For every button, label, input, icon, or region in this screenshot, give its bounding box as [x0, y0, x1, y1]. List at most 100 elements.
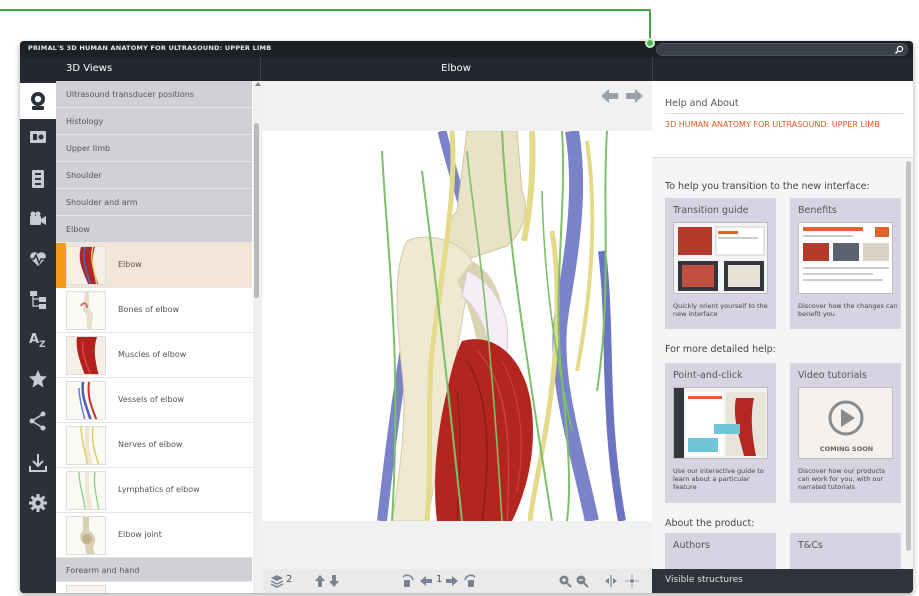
viewer-title: Elbow: [441, 63, 471, 74]
section-about-product: About the product:: [665, 518, 755, 529]
category-shoulder-and-arm[interactable]: Shoulder and arm: [56, 189, 252, 216]
card-title: T&Cs: [798, 540, 823, 551]
card-title: Benefits: [798, 205, 837, 216]
rail-heartbeat[interactable]: [20, 241, 56, 277]
list-scrollbar-thumb[interactable]: [254, 123, 259, 298]
card-authors[interactable]: Authors: [665, 533, 776, 569]
category-forearm-and-hand[interactable]: Forearm and hand: [56, 558, 252, 582]
category-histology[interactable]: Histology: [56, 108, 252, 135]
app-title: PRIMAL'S 3D HUMAN ANATOMY FOR ULTRASOUND…: [28, 44, 272, 52]
card-video-tutorials[interactable]: Video tutorials COMING SOON Discover how…: [790, 363, 901, 503]
category-upper-limb[interactable]: Upper limb: [56, 135, 252, 162]
zoom-out-icon[interactable]: [575, 573, 589, 589]
callout-dot: [645, 38, 655, 48]
search-icon[interactable]: [894, 45, 904, 55]
list-item-label: Vessels of elbow: [118, 395, 184, 404]
category-elbow[interactable]: Elbow: [56, 216, 252, 243]
svg-text:A: A: [29, 332, 39, 347]
callout-line: [0, 9, 651, 11]
pan-icon[interactable]: [624, 573, 640, 589]
3d-views-icon: [31, 92, 45, 110]
quiz-icon: [32, 170, 44, 188]
thumbnail-elbow-joint: [66, 516, 106, 555]
list-item-label: Lymphatics of elbow: [118, 485, 200, 494]
rail-quiz[interactable]: [20, 161, 56, 197]
zoom-in-icon[interactable]: [558, 573, 572, 589]
rail-settings[interactable]: [20, 485, 56, 521]
rotate-left-icon[interactable]: [400, 573, 416, 589]
3d-viewer: 2 1: [262, 81, 652, 593]
help-scrollbar[interactable]: [906, 161, 911, 551]
card-transition-guide[interactable]: Transition guide Quickly orient yourself…: [665, 198, 776, 329]
list-item-elbow-joint[interactable]: Elbow joint: [56, 513, 252, 558]
help-header: Help and About 3D HUMAN ANATOMY FOR ULTR…: [652, 81, 913, 158]
card-description: Discover how our products can work for y…: [798, 467, 886, 491]
transition-guide-preview: [673, 222, 768, 294]
card-description: Use our interactive guide to learn about…: [673, 467, 764, 491]
thumbnail-nerves: [66, 426, 106, 465]
layer-down-icon[interactable]: [328, 573, 340, 589]
section-transition: To help you transition to the new interf…: [665, 181, 870, 192]
header-divider: [652, 57, 653, 81]
category-ultrasound-transducer-positions[interactable]: Ultrasound transducer positions: [56, 81, 252, 108]
previous-view-icon[interactable]: [419, 573, 433, 589]
card-title: Video tutorials: [798, 370, 867, 381]
list-item-partial[interactable]: [56, 582, 252, 593]
list-item-elbow[interactable]: Elbow: [56, 243, 252, 288]
svg-text:Z: Z: [39, 340, 46, 350]
screenshot-stage: PRIMAL'S 3D HUMAN ANATOMY FOR ULTRASOUND…: [0, 0, 919, 596]
point-and-click-preview: [673, 387, 768, 459]
layers-count: 2: [286, 574, 293, 585]
list-item-label: Elbow: [118, 260, 142, 269]
thumbnail-bones: [66, 291, 106, 330]
product-title: 3D HUMAN ANATOMY FOR ULTRASOUND: UPPER L…: [665, 120, 880, 129]
rotate-right-icon[interactable]: [462, 573, 478, 589]
selected-marker: [56, 243, 66, 288]
help-panel: Help and About 3D HUMAN ANATOMY FOR ULTR…: [652, 81, 913, 593]
3d-model-canvas[interactable]: [262, 129, 652, 523]
card-terms-and-conditions[interactable]: T&Cs: [790, 533, 901, 569]
rail-favorites[interactable]: [20, 361, 56, 397]
layers-icon[interactable]: [270, 573, 284, 589]
help-divider: [665, 113, 905, 114]
layer-up-icon[interactable]: [314, 573, 326, 589]
rail-share[interactable]: [20, 403, 56, 439]
rail-3d-views[interactable]: [20, 83, 56, 119]
list-item-vessels-of-elbow[interactable]: Vessels of elbow: [56, 378, 252, 423]
list-item-lymphatics-of-elbow[interactable]: Lymphatics of elbow: [56, 468, 252, 513]
search-box[interactable]: [656, 43, 908, 56]
next-view-icon[interactable]: [445, 573, 459, 589]
back-arrow-icon[interactable]: [601, 89, 618, 103]
category-shoulder[interactable]: Shoulder: [56, 162, 252, 189]
forward-arrow-icon[interactable]: [626, 89, 643, 103]
visible-structures-bar[interactable]: Visible structures: [652, 569, 913, 593]
search-input[interactable]: [665, 45, 885, 55]
list-item-label: Bones of elbow: [118, 305, 179, 314]
rail-video[interactable]: [20, 201, 56, 237]
view-page-number: 1: [436, 574, 443, 585]
views-list-panel: Ultrasound transducer positions Histolog…: [56, 81, 262, 593]
list-item-bones-of-elbow[interactable]: Bones of elbow: [56, 288, 252, 333]
benefits-preview: [798, 222, 893, 294]
help-heading: Help and About: [665, 98, 739, 109]
viewer-toolbar: 2 1: [262, 569, 652, 593]
rail-hierarchy[interactable]: [20, 281, 56, 317]
card-description: Quickly orient yourself to the new inter…: [673, 302, 768, 318]
header-bar: 3D Views Elbow: [20, 57, 913, 81]
list-item-nerves-of-elbow[interactable]: Nerves of elbow: [56, 423, 252, 468]
thumbnail-vessels: [66, 381, 106, 420]
list-item-label: Muscles of elbow: [118, 350, 187, 359]
fit-horizontal-icon[interactable]: [604, 573, 618, 589]
card-point-and-click[interactable]: Point-and-click Use our interactive guid…: [665, 363, 776, 503]
back-forward-arrows: [601, 89, 643, 103]
rail-download[interactable]: [20, 445, 56, 481]
list-item-muscles-of-elbow[interactable]: Muscles of elbow: [56, 333, 252, 378]
thumbnail-partial: [66, 585, 106, 593]
scroll-up-arrow-icon[interactable]: [255, 82, 261, 86]
card-benefits[interactable]: Benefits Discover how the changes can be…: [790, 198, 901, 329]
title-bar: PRIMAL'S 3D HUMAN ANATOMY FOR ULTRASOUND…: [20, 41, 913, 57]
rail-slides[interactable]: [20, 119, 56, 155]
card-title: Authors: [673, 540, 710, 551]
thumbnail-elbow: [66, 246, 106, 285]
rail-a-z-index[interactable]: A Z: [20, 321, 56, 357]
